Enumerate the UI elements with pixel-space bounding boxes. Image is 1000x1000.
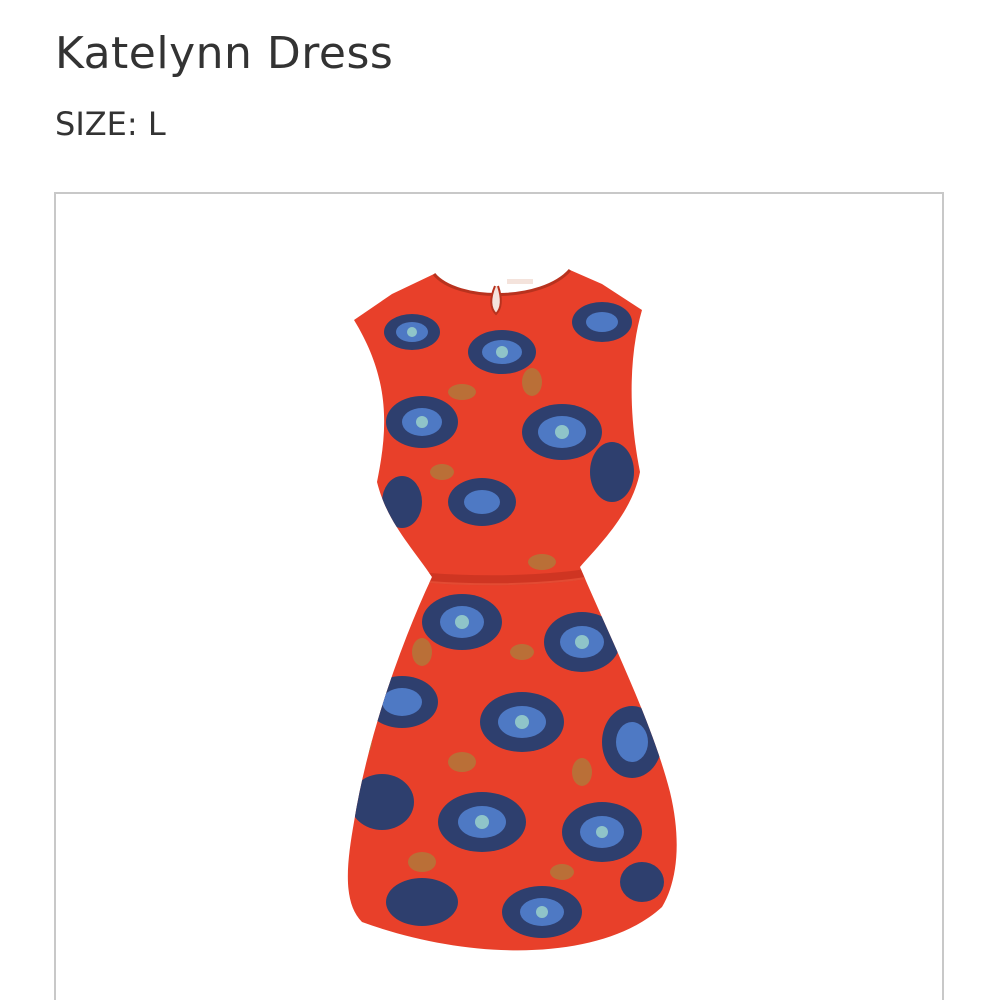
dress-image xyxy=(347,268,677,951)
product-detail: Katelynn Dress SIZE: L xyxy=(0,0,1000,1000)
size-value: L xyxy=(147,105,166,143)
size-label: SIZE: xyxy=(55,105,138,143)
dress-body xyxy=(347,270,677,951)
product-title: Katelynn Dress xyxy=(55,28,394,79)
dress-tag xyxy=(507,279,533,284)
product-image-frame[interactable] xyxy=(54,192,944,1000)
size-indicator: SIZE: L xyxy=(55,102,166,146)
